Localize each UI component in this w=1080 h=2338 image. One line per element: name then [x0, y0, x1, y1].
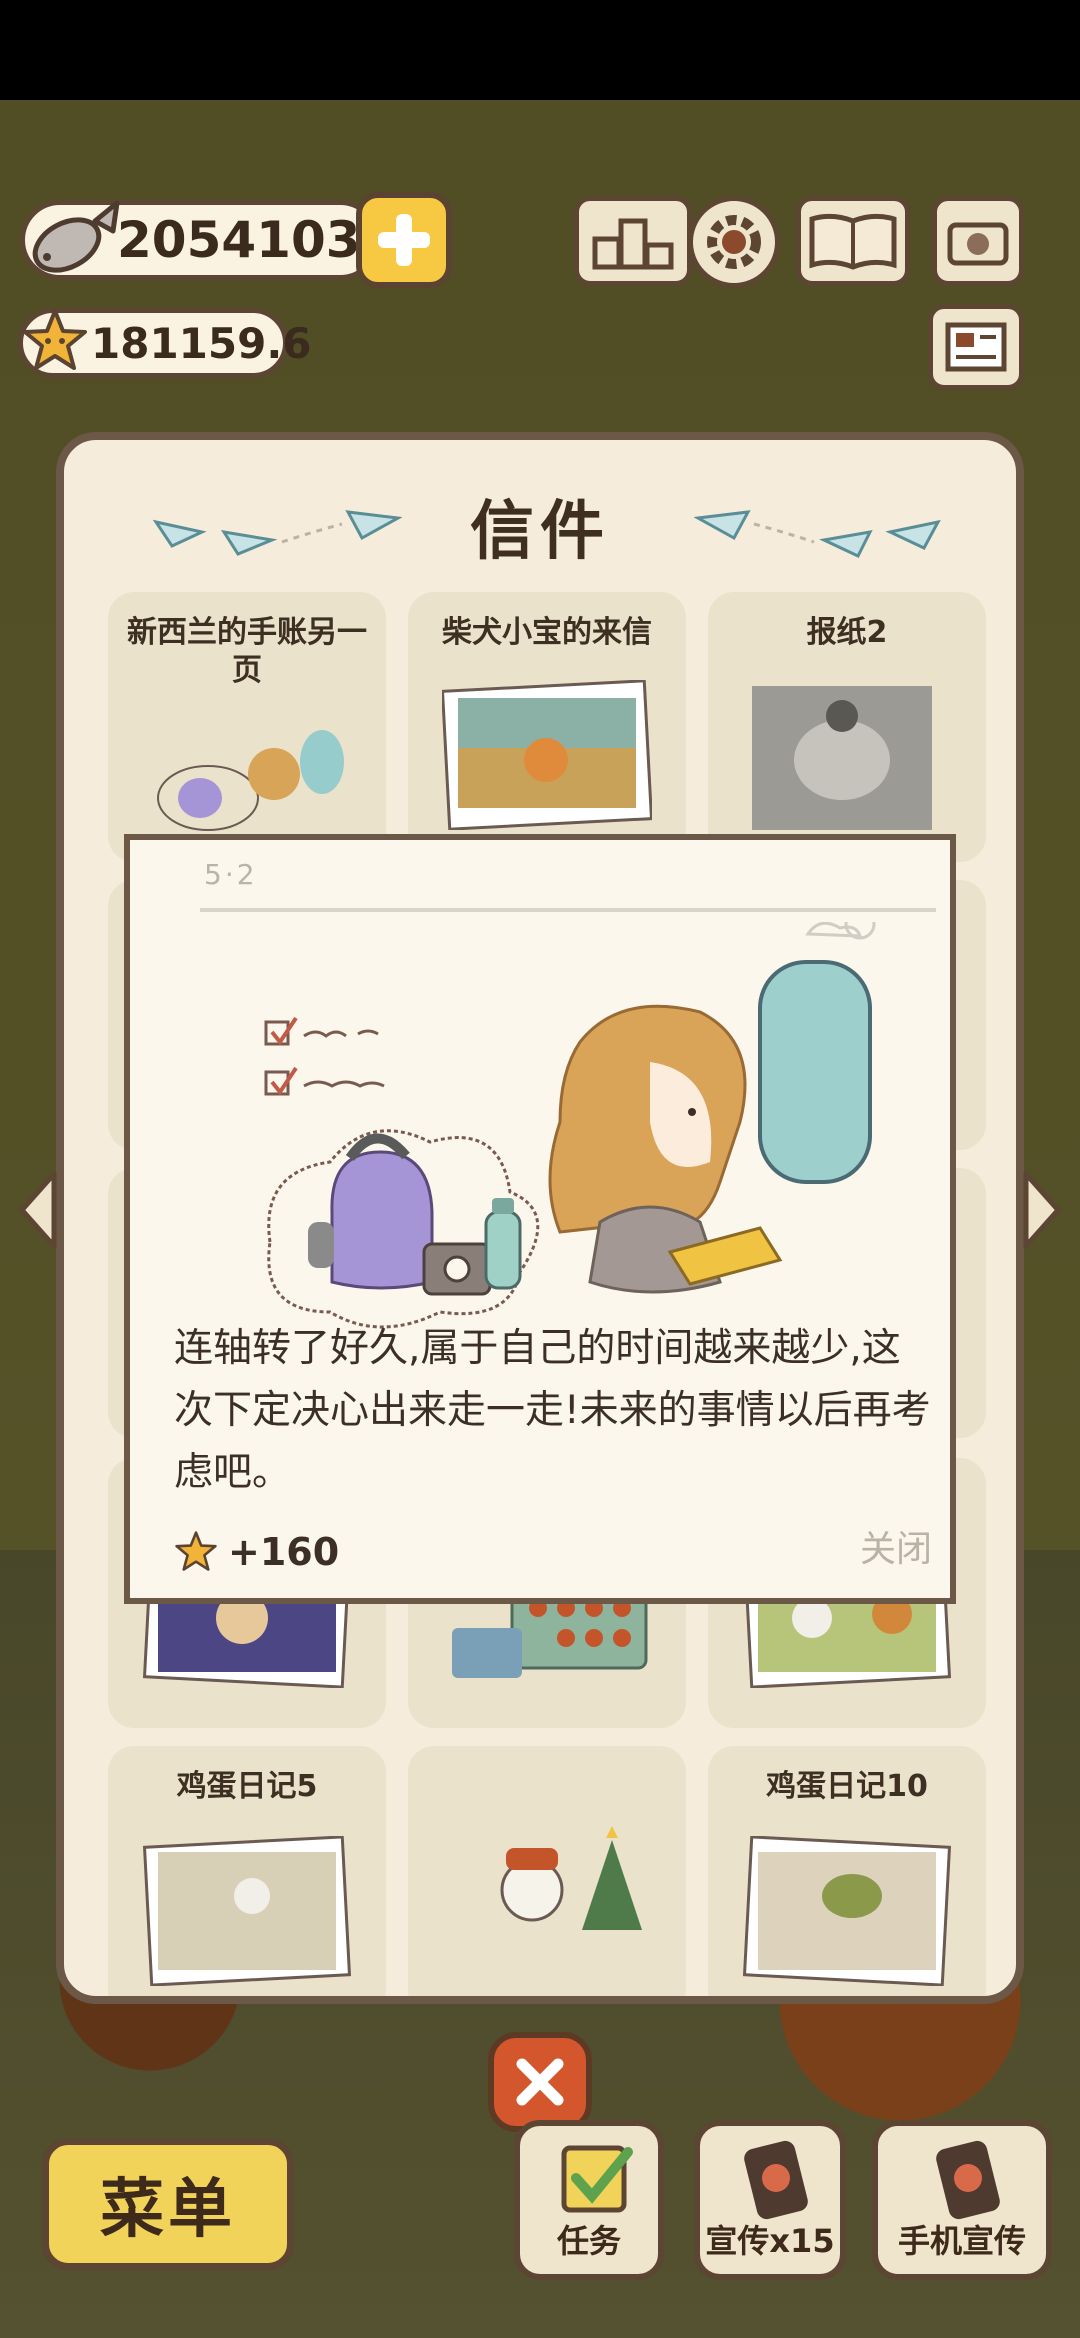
- paper-plane-left-icon: [152, 510, 402, 556]
- fish-icon: [32, 200, 120, 273]
- phone-promote-button[interactable]: 手机宣传: [872, 2120, 1052, 2280]
- add-fish-button[interactable]: [356, 192, 452, 288]
- letter-card[interactable]: [408, 1746, 686, 1996]
- card-thumbnail: [442, 680, 652, 830]
- close-panel-button[interactable]: [488, 2032, 592, 2132]
- letter-date: 5·2: [204, 858, 258, 891]
- fish-currency-bar: 2054103: [20, 200, 380, 280]
- ranking-button[interactable]: [574, 196, 692, 286]
- phone-icon: [936, 2140, 1000, 2220]
- close-icon: [516, 2058, 564, 2106]
- checklist-icon: [264, 1016, 385, 1096]
- cloud-sun-icon: [805, 922, 876, 940]
- fish-count: 2054103: [117, 211, 361, 269]
- star-icon: [23, 309, 87, 370]
- promote-button[interactable]: 宣传x15: [694, 2120, 846, 2280]
- star-icon: [175, 1531, 217, 1571]
- card-title: 鸡蛋日记10: [766, 1769, 928, 1804]
- card-thumbnail: [742, 1836, 952, 1986]
- star-count: 181159.6: [91, 318, 312, 368]
- letter-header-line: [200, 908, 936, 912]
- ranking-icon: [592, 218, 674, 270]
- phone-promote-label: 手机宣传: [897, 2222, 1026, 2260]
- letter-card[interactable]: 报纸2: [708, 592, 986, 862]
- plus-icon: [378, 214, 430, 266]
- close-letter-button[interactable]: 关闭: [860, 1520, 932, 1572]
- letter-card[interactable]: 鸡蛋日记5: [108, 1746, 386, 1996]
- letter-card[interactable]: 新西兰的手账另一页: [108, 592, 386, 862]
- promote-label: 宣传x15: [705, 2222, 835, 2260]
- card-title: 鸡蛋日记5: [176, 1769, 318, 1804]
- phone-icon: [744, 2140, 808, 2220]
- task-button[interactable]: 任务: [514, 2120, 664, 2280]
- album-button[interactable]: [796, 196, 910, 286]
- card-title: 柴犬小宝的来信: [442, 615, 652, 650]
- paper-plane-right-icon: [694, 510, 941, 558]
- settings-button[interactable]: [688, 196, 780, 288]
- card-title: 新西兰的手账另一页: [127, 615, 367, 688]
- card-thumbnail: [500, 1826, 642, 1930]
- task-label: 任务: [556, 2222, 621, 2260]
- reward-value: +160: [228, 1530, 340, 1574]
- letter-popup: 5·2 连轴转了好久,属于自己的时间越来越少,这次下定决心出来走一走!未来的事情…: [124, 834, 956, 1604]
- card-title: 报纸2: [806, 615, 888, 650]
- card-thumbnail: [752, 686, 932, 830]
- letter-card[interactable]: 柴犬小宝的来信: [408, 592, 686, 862]
- card-thumbnail: [142, 1836, 352, 1986]
- settings-gear-icon: [707, 215, 761, 269]
- previous-page-arrow-icon[interactable]: [18, 1170, 58, 1250]
- camera-button[interactable]: [932, 196, 1024, 286]
- camera-icon: [947, 222, 1009, 266]
- status-bar: [0, 0, 1080, 100]
- news-button[interactable]: [928, 304, 1024, 390]
- card-thumbnail: [157, 730, 344, 831]
- task-checklist-icon: [561, 2145, 633, 2213]
- star-currency-bar: 181159.6: [18, 308, 312, 378]
- menu-button[interactable]: 菜单: [42, 2138, 294, 2270]
- album-book-icon: [809, 213, 897, 270]
- next-page-arrow-icon[interactable]: [1022, 1170, 1062, 1250]
- newspaper-icon: [945, 322, 1007, 372]
- letter-card[interactable]: 鸡蛋日记10: [708, 1746, 986, 1996]
- letter-text: 连轴转了好久,属于自己的时间越来越少,这次下定决心出来走一走!未来的事情以后再考…: [174, 1326, 931, 1495]
- letter-reward: +160: [174, 1530, 339, 1574]
